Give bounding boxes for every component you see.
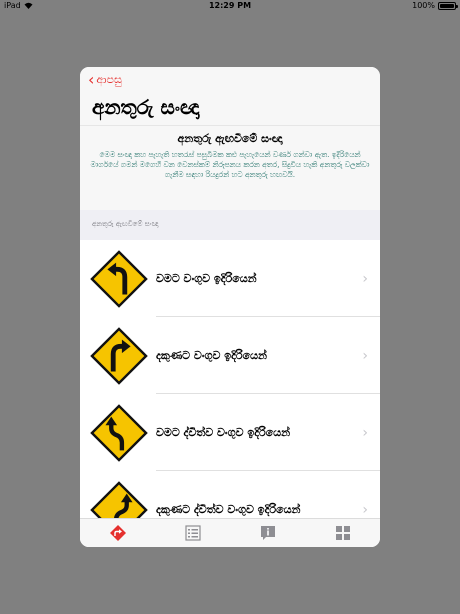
left-curve-sign-icon [90,249,148,308]
chevron-left-icon: ‹ [88,70,95,89]
section-header: අනතුරු ඇඟවීමේ සංඥා [80,210,380,240]
battery-icon [438,1,458,10]
page-title: අනතුරු සංඥා [92,95,200,119]
tab-info[interactable] [230,519,305,547]
list-item-label: වමට ද්විත්ව වංගුව ඉදිරියෙන් [156,425,291,439]
battery-percent: 100% [412,1,435,10]
double-curve-left-sign-icon [90,403,148,462]
navigation-bar: ‹ ආපසු අනතුරු සංඥා [80,67,380,125]
intro-description: මෙම සංඥා කහ පැහැති හතරැස් පසුබිමක කළු පැ… [90,150,370,179]
list-item-label: වමට වංගුව ඉදිරියෙන් [156,271,257,285]
directions-icon [109,525,126,541]
tab-bar [80,518,380,547]
intro-title: අනතුරු ඇඟවීමේ සංඥා [177,132,283,145]
chevron-right-icon: › [362,424,368,441]
list-item-label: දකුණට ද්විත්ව වංගුව ඉදිරියෙන් [156,502,301,516]
status-bar: iPad 12:29 PM 100% [0,0,460,12]
info-icon [260,526,275,540]
grid-icon [335,526,350,540]
status-right: 100% [412,1,458,10]
modal-sheet: ‹ ආපසු අනතුරු සංඥා අනතුරු ඇඟවීමේ සංඥා මෙ… [80,67,380,547]
list-item[interactable]: වමට වංගුව ඉදිරියෙන් › [80,240,380,317]
tab-list[interactable] [155,519,230,547]
chevron-right-icon: › [362,347,368,364]
chevron-right-icon: › [362,501,368,518]
list-item[interactable]: වමට ද්විත්ව වංගුව ඉදිරියෙන් › [80,394,380,471]
back-label: ආපසු [96,73,122,86]
back-button[interactable]: ‹ ආපසු [88,72,122,88]
list-icon [184,525,201,541]
right-curve-sign-icon [90,326,148,385]
list-item[interactable]: දකුණට වංගුව ඉදිරියෙන් › [80,317,380,394]
tab-grid[interactable] [305,519,380,547]
sign-list: වමට වංගුව ඉදිරියෙන් › දකුණට වංගුව ඉදිරිය… [80,240,380,547]
list-item-label: දකුණට වංගුව ඉදිරියෙන් [156,348,267,362]
intro-section: අනතුරු ඇඟවීමේ සංඥා මෙම සංඥා කහ පැහැති හත… [80,125,380,210]
status-time: 12:29 PM [208,1,252,10]
chevron-right-icon: › [362,270,368,287]
tab-directions[interactable] [80,519,155,547]
